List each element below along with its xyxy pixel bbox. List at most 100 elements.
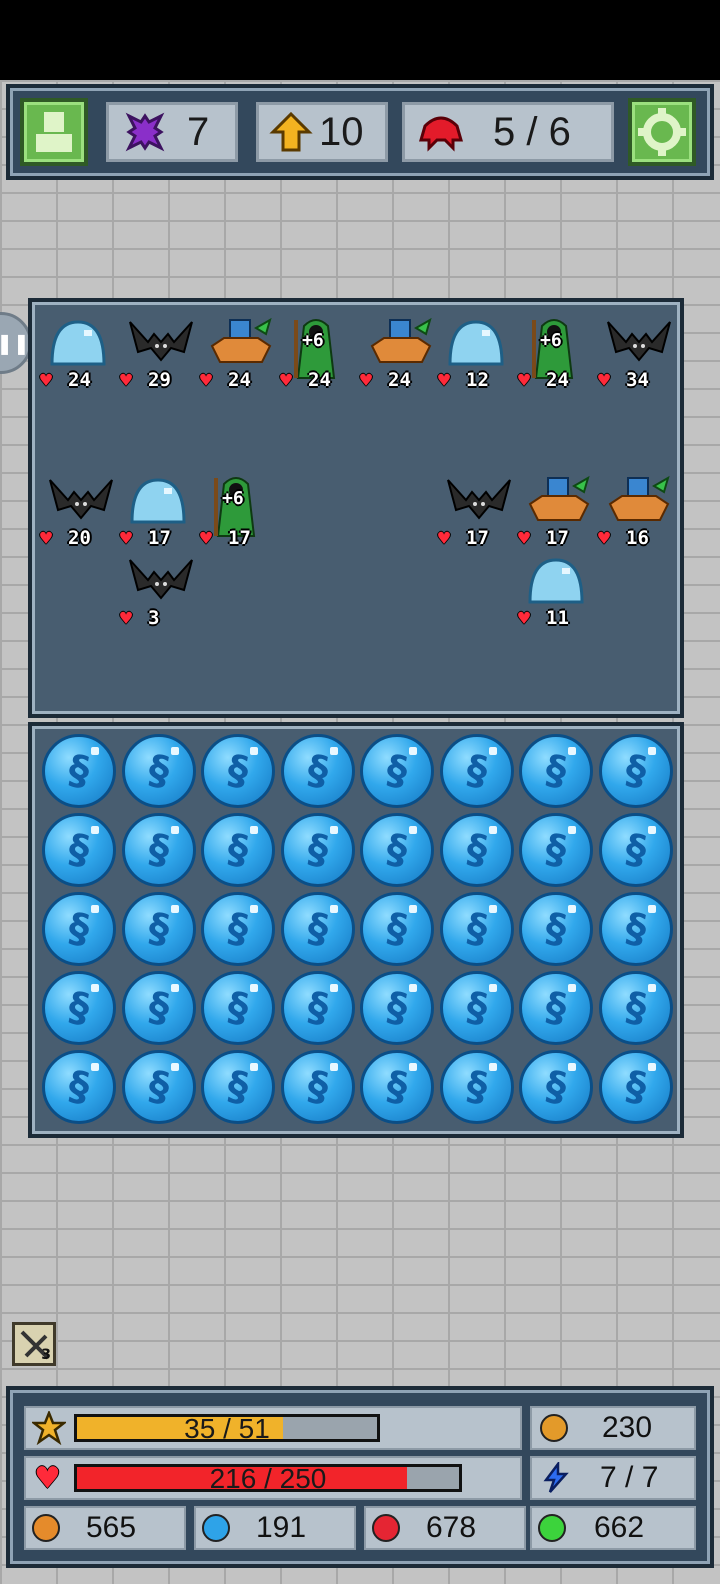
water-gem[interactable]: § [280,734,355,808]
water-gem[interactable]: § [598,971,673,1045]
sword-skill-button[interactable]: 3 [12,1322,56,1366]
water-swirl-icon: § [303,983,332,1033]
enemy-hp-value: 12 [466,369,489,391]
water-swirl-icon: § [144,746,173,796]
buff-value: +6 [222,488,244,509]
water-swirl-icon: § [621,983,650,1033]
water-gem[interactable]: § [519,1050,593,1124]
water-gem[interactable]: § [121,734,196,808]
enemy-slime[interactable]: ♥ 12 [438,316,514,392]
water-gem[interactable]: § [121,813,196,887]
water-gem[interactable]: § [201,813,275,887]
enemy-bat[interactable]: ♥ 34 [598,316,674,392]
water-swirl-icon: § [303,1062,332,1112]
energy-value: 7 / 7 [600,1461,659,1494]
water-gem[interactable]: § [598,892,673,966]
water-gem[interactable]: § [360,813,434,887]
enemy-hp: ♥ 34 [598,368,649,392]
water-gem[interactable]: § [360,1050,434,1124]
slime-sprite-icon [524,554,588,610]
water-gem[interactable]: § [439,892,514,966]
enemy-slime[interactable]: ♥ 24 [40,316,116,392]
purple-cross-icon [125,112,165,152]
enemy-hp: ♥ 12 [438,368,489,392]
enemy-crab[interactable]: ♥ 17 [518,474,594,550]
water-gem[interactable]: § [201,734,275,808]
enemy-hp-value: 20 [68,527,91,549]
blue-orb-icon [202,1514,230,1542]
water-gem[interactable]: § [42,971,116,1045]
water-gem[interactable]: § [598,734,673,808]
water-gem[interactable]: § [280,813,355,887]
water-gem[interactable]: § [121,971,196,1045]
profile-icon [36,112,72,152]
water-gem[interactable]: § [121,1050,196,1124]
water-swirl-icon: § [144,1062,173,1112]
water-gem[interactable]: § [439,813,514,887]
water-gem[interactable]: § [280,971,355,1045]
enemy-hp: ♥ 3 [120,606,160,630]
water-gem[interactable]: § [519,734,593,808]
enemy-hp-value: 3 [148,607,160,629]
heart-icon: ♥ [438,368,451,392]
enemy-crab[interactable]: ♥ 16 [598,474,674,550]
enemy-bat[interactable]: ♥ 29 [120,316,196,392]
red-orb-icon [372,1514,400,1542]
enemy-mage[interactable]: +6 ♥ 24 [280,316,356,392]
enemy-hp: ♥ 17 [518,526,569,550]
enemy-mage[interactable]: +6 ♥ 24 [518,316,594,392]
water-swirl-icon: § [542,825,570,875]
heart-icon: ♥ [438,526,451,550]
water-swirl-icon: § [383,1062,411,1112]
enemy-slime[interactable]: ♥ 17 [120,474,196,550]
water-gem[interactable]: § [439,1050,514,1124]
water-gem[interactable]: § [280,892,355,966]
water-gem[interactable]: § [598,1050,673,1124]
water-gem[interactable]: § [519,892,593,966]
water-gem[interactable]: § [201,1050,275,1124]
enemy-bat[interactable]: ♥ 17 [438,474,514,550]
heart-icon: ♥ [40,526,53,550]
enemy-crab[interactable]: ♥ 24 [360,316,436,392]
level-up-arrow-icon [269,111,313,152]
water-gem[interactable]: § [360,892,434,966]
lightning-icon [543,1462,569,1493]
heart-icon: ♥ [120,606,133,630]
water-swirl-icon: § [542,904,570,954]
enemy-hp-value: 24 [68,369,91,391]
buff-value: +6 [302,330,324,351]
water-gem[interactable]: § [519,813,593,887]
water-gem[interactable]: § [201,892,275,966]
enemy-hp: ♥ 24 [280,368,331,392]
profile-button[interactable] [20,98,88,166]
water-gem[interactable]: § [439,971,514,1045]
water-gem[interactable]: § [201,971,275,1045]
enemy-hp-value: 24 [308,369,331,391]
slime-sprite-icon [46,316,110,372]
water-gem[interactable]: § [42,892,116,966]
enemy-bat[interactable]: ♥ 20 [40,474,116,550]
water-gem[interactable]: § [598,813,673,887]
settings-button[interactable] [628,98,696,166]
enemy-slime[interactable]: ♥ 11 [518,554,594,630]
water-gem[interactable]: § [42,813,116,887]
water-gem[interactable]: § [42,1050,116,1124]
enemy-hp-value: 17 [466,527,489,549]
heart-icon: ♥ [120,526,133,550]
water-gem[interactable]: § [121,892,196,966]
water-gem[interactable]: § [360,971,434,1045]
water-gem[interactable]: § [439,734,514,808]
xp-bar: 35 / 51 [74,1413,380,1444]
enemy-crab[interactable]: ♥ 24 [200,316,276,392]
water-gem[interactable]: § [360,734,434,808]
energy-slot: 7 / 7 [530,1456,696,1500]
enemy-hp: ♥ 24 [200,368,251,392]
heart-icon: ♥ [280,368,293,392]
water-gem[interactable]: § [280,1050,355,1124]
enemy-bat[interactable]: ♥ 3 [120,554,196,630]
enemy-hp-value: 17 [148,527,171,549]
enemy-mage[interactable]: +6 ♥ 17 [200,474,276,550]
water-gem[interactable]: § [519,971,593,1045]
water-gem[interactable]: § [42,734,116,808]
enemy-hp: ♥ 24 [518,368,569,392]
